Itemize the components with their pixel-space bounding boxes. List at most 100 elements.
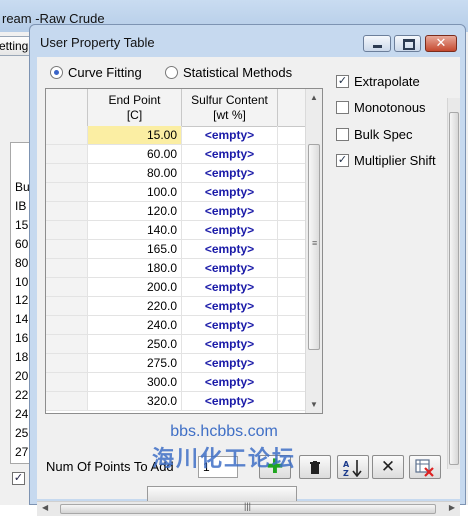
checkbox-box[interactable]: ✓ [336, 74, 349, 88]
checkbox-box[interactable] [336, 127, 349, 141]
end-point-cell[interactable]: 165.0 [88, 240, 182, 258]
sulfur-content-cell[interactable]: <empty> [182, 183, 278, 201]
table-row[interactable]: 15.00 <empty> [46, 126, 306, 145]
row-header-cell[interactable] [46, 183, 88, 201]
table-row[interactable]: 100.0 <empty> [46, 183, 306, 202]
sulfur-content-cell[interactable]: <empty> [182, 316, 278, 334]
sulfur-content-cell[interactable]: <empty> [182, 354, 278, 372]
blank-cell[interactable] [278, 297, 306, 315]
table-row[interactable]: 80.00 <empty> [46, 164, 306, 183]
scroll-right-arrow-icon[interactable]: ▶ [449, 503, 455, 512]
table-row[interactable]: 120.0 <empty> [46, 202, 306, 221]
row-header-cell[interactable] [46, 392, 88, 410]
clear-table-button[interactable] [409, 455, 441, 479]
row-header-cell[interactable] [46, 164, 88, 182]
background-checkbox[interactable]: ✓ [12, 472, 25, 485]
table-row[interactable]: 250.0 <empty> [46, 335, 306, 354]
sulfur-content-cell[interactable]: <empty> [182, 145, 278, 163]
sulfur-content-cell[interactable]: <empty> [182, 126, 278, 144]
dialog-scroll-thumb[interactable] [449, 112, 459, 465]
dialog-vertical-scrollbar[interactable] [447, 98, 460, 469]
row-header-cell[interactable] [46, 221, 88, 239]
row-header-cell[interactable] [46, 316, 88, 334]
close-button[interactable]: ✕ [425, 35, 457, 52]
radio-indicator[interactable] [50, 65, 63, 79]
end-point-cell[interactable]: 15.00 [88, 126, 182, 144]
scroll-up-arrow-icon[interactable]: ▲ [306, 89, 322, 106]
dialog-horizontal-scrollbar[interactable]: ◀ ||| ▶ [37, 501, 460, 516]
table-scroll-thumb[interactable]: ≡ [308, 144, 320, 350]
end-point-column-header[interactable]: End Point [C] [88, 89, 182, 126]
scroll-down-arrow-icon[interactable]: ▼ [306, 396, 322, 413]
row-header-cell[interactable] [46, 145, 88, 163]
blank-cell[interactable] [278, 392, 306, 410]
row-header-cell[interactable] [46, 240, 88, 258]
sort-button[interactable]: A Z [337, 455, 369, 479]
row-header-cell[interactable] [46, 202, 88, 220]
table-row[interactable]: 220.0 <empty> [46, 297, 306, 316]
horizontal-scroll-thumb[interactable]: ||| [60, 501, 436, 514]
curve-fitting-radio[interactable]: Curve Fitting [50, 64, 142, 80]
table-row[interactable]: 60.00 <empty> [46, 145, 306, 164]
monotonous-checkbox[interactable]: Monotonous [336, 99, 426, 115]
table-row[interactable]: 140.0 <empty> [46, 221, 306, 240]
remove-button[interactable]: ✕ [372, 455, 404, 479]
blank-cell[interactable] [278, 145, 306, 163]
end-point-cell[interactable]: 220.0 [88, 297, 182, 315]
table-row[interactable]: 180.0 <empty> [46, 259, 306, 278]
sulfur-content-cell[interactable]: <empty> [182, 392, 278, 410]
statistical-methods-radio[interactable]: Statistical Methods [165, 64, 292, 80]
end-point-cell[interactable]: 120.0 [88, 202, 182, 220]
blank-cell[interactable] [278, 240, 306, 258]
end-point-cell[interactable]: 250.0 [88, 335, 182, 353]
end-point-cell[interactable]: 80.00 [88, 164, 182, 182]
table-row[interactable]: 165.0 <empty> [46, 240, 306, 259]
sulfur-content-cell[interactable]: <empty> [182, 221, 278, 239]
sulfur-content-cell[interactable]: <empty> [182, 259, 278, 277]
sulfur-content-cell[interactable]: <empty> [182, 278, 278, 296]
checkbox-box[interactable] [336, 100, 349, 114]
sulfur-content-cell[interactable]: <empty> [182, 164, 278, 182]
row-header-cell[interactable] [46, 335, 88, 353]
row-header-cell[interactable] [46, 354, 88, 372]
end-point-cell[interactable]: 100.0 [88, 183, 182, 201]
multiplier-shift-checkbox[interactable]: ✓ Multiplier Shift [336, 152, 436, 168]
end-point-cell[interactable]: 240.0 [88, 316, 182, 334]
row-header-cell[interactable] [46, 297, 88, 315]
bottom-action-button[interactable] [147, 486, 297, 502]
end-point-cell[interactable]: 200.0 [88, 278, 182, 296]
scroll-left-arrow-icon[interactable]: ◀ [42, 503, 48, 512]
blank-cell[interactable] [278, 316, 306, 334]
blank-cell[interactable] [278, 202, 306, 220]
table-vertical-scrollbar[interactable]: ▲ ≡ ▼ [305, 89, 322, 413]
end-point-cell[interactable]: 300.0 [88, 373, 182, 391]
blank-cell[interactable] [278, 354, 306, 372]
row-header-cell[interactable] [46, 126, 88, 144]
blank-cell[interactable] [278, 278, 306, 296]
table-row[interactable]: 320.0 <empty> [46, 392, 306, 411]
sulfur-content-cell[interactable]: <empty> [182, 202, 278, 220]
row-header-cell[interactable] [46, 259, 88, 277]
end-point-cell[interactable]: 140.0 [88, 221, 182, 239]
table-row[interactable]: 200.0 <empty> [46, 278, 306, 297]
blank-cell[interactable] [278, 221, 306, 239]
radio-indicator[interactable] [165, 65, 178, 79]
end-point-cell[interactable]: 60.00 [88, 145, 182, 163]
checkbox-box[interactable]: ✓ [336, 153, 349, 167]
blank-cell[interactable] [278, 183, 306, 201]
end-point-cell[interactable]: 275.0 [88, 354, 182, 372]
extrapolate-checkbox[interactable]: ✓ Extrapolate [336, 73, 420, 89]
blank-cell[interactable] [278, 259, 306, 277]
end-point-cell[interactable]: 180.0 [88, 259, 182, 277]
table-row[interactable]: 275.0 <empty> [46, 354, 306, 373]
bulk-spec-checkbox[interactable]: Bulk Spec [336, 126, 413, 142]
sulfur-content-column-header[interactable]: Sulfur Content [wt %] [182, 89, 278, 126]
sulfur-content-cell[interactable]: <empty> [182, 297, 278, 315]
sulfur-content-cell[interactable]: <empty> [182, 335, 278, 353]
row-header-cell[interactable] [46, 373, 88, 391]
blank-cell[interactable] [278, 335, 306, 353]
blank-cell[interactable] [278, 373, 306, 391]
sulfur-content-cell[interactable]: <empty> [182, 240, 278, 258]
maximize-button[interactable] [394, 35, 421, 52]
end-point-cell[interactable]: 320.0 [88, 392, 182, 410]
